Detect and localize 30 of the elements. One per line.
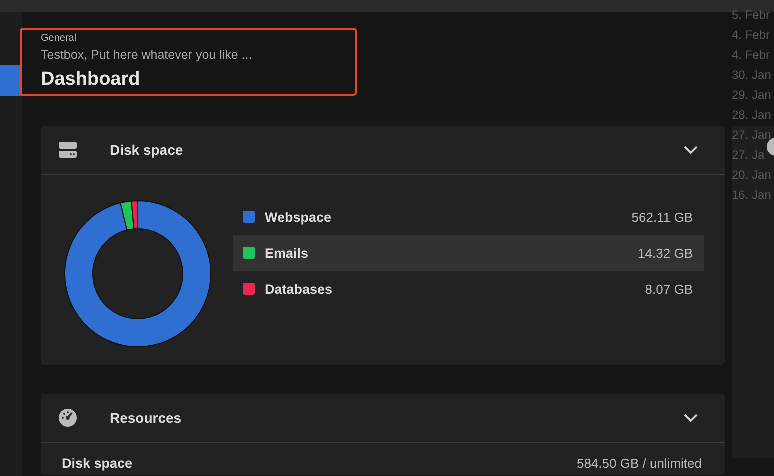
date-text: 5. Febr xyxy=(732,7,770,24)
date-text: 27. Jan xyxy=(732,127,772,144)
date-text: 30. Jan xyxy=(732,67,772,84)
card-title: Disk space xyxy=(110,142,184,158)
date-text: 28. Jan xyxy=(732,107,772,124)
legend-label: Webspace xyxy=(265,210,333,224)
resource-value: 584.50 GB / unlimited xyxy=(576,456,702,471)
chevron-down-icon[interactable] xyxy=(684,414,698,422)
server-icon xyxy=(59,142,77,158)
legend-label: Emails xyxy=(265,246,310,260)
date-text: 29. Jan xyxy=(732,87,772,104)
date-text: 4. Febr xyxy=(732,47,770,64)
legend-label: Databases xyxy=(265,282,334,296)
date-text: 4. Febr xyxy=(732,27,770,44)
legend-value: 8.07 GB xyxy=(645,282,693,296)
legend-row[interactable]: Webspace 562.11 GB xyxy=(233,199,704,235)
chevron-down-icon[interactable] xyxy=(684,146,698,154)
breadcrumb[interactable]: General xyxy=(41,33,355,44)
resource-label: Disk space xyxy=(62,456,133,471)
date-text: 20. Jan xyxy=(732,167,772,184)
legend-row[interactable]: Databases 8.07 GB xyxy=(233,271,704,307)
note-text: Testbox, Put here whatever you like ... xyxy=(41,48,254,62)
date-text: 27. Ja xyxy=(732,147,765,164)
date-text: 16. Jan xyxy=(732,187,772,204)
legend-row[interactable]: Emails 14.32 GB xyxy=(233,235,704,271)
legend-value: 14.32 GB xyxy=(638,246,693,260)
gauge-icon xyxy=(59,409,77,427)
legend-value: 562.11 GB xyxy=(632,210,693,224)
card-title: Resources xyxy=(110,410,183,426)
page-title: Dashboard xyxy=(41,69,142,91)
